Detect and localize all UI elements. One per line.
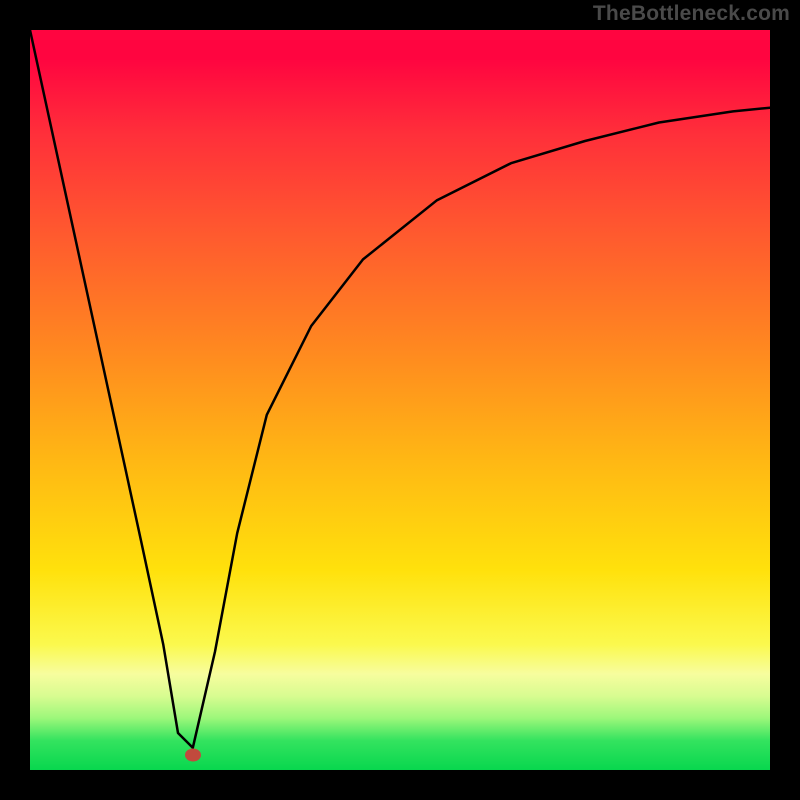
optimal-point-marker xyxy=(185,749,201,762)
watermark-text: TheBottleneck.com xyxy=(593,2,790,26)
curve-svg xyxy=(30,30,770,770)
chart-frame: TheBottleneck.com xyxy=(0,0,800,800)
plot-area xyxy=(30,30,770,770)
bottleneck-curve xyxy=(30,30,770,748)
